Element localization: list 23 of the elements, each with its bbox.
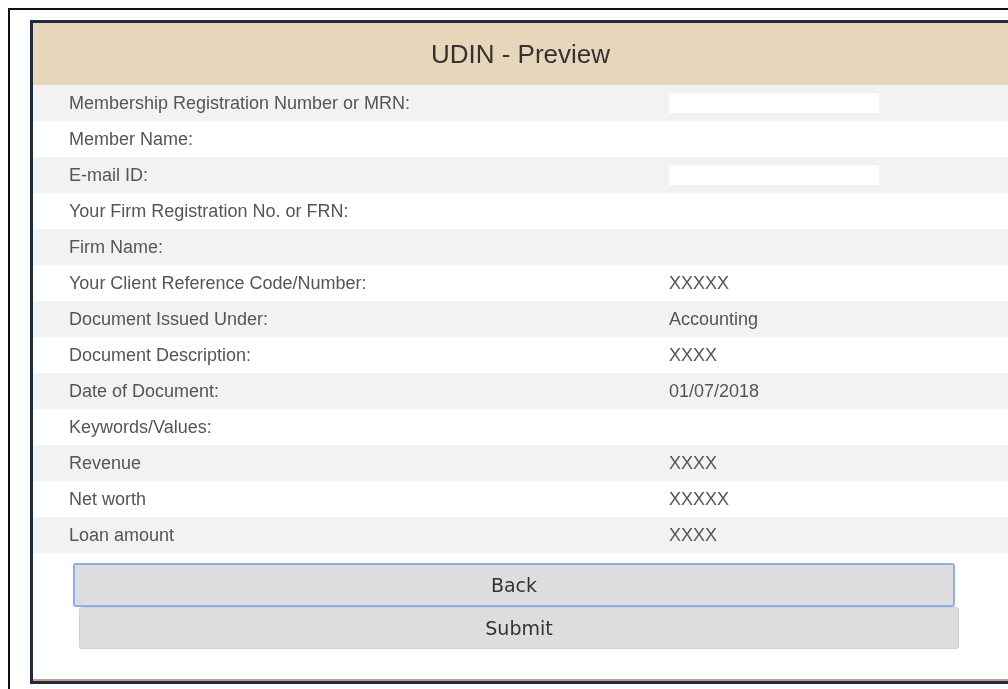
field-label: Revenue: [69, 452, 143, 474]
field-label: Date of Document:: [69, 380, 221, 402]
back-button[interactable]: Back: [73, 563, 955, 607]
field-value: XXXXX: [669, 488, 731, 510]
field-label: Membership Registration Number or MRN:: [69, 92, 412, 114]
field-value: Accounting: [669, 308, 760, 330]
submit-button[interactable]: Submit: [79, 607, 959, 649]
field-label: Document Issued Under:: [69, 308, 270, 330]
field-value: XXXX: [669, 524, 719, 546]
field-label: Loan amount: [69, 524, 176, 546]
field-label: Net worth: [69, 488, 148, 510]
field-label: Keywords/Values:: [69, 416, 213, 438]
field-value: XXXXX: [669, 272, 731, 294]
field-value: XXXX: [669, 344, 719, 366]
field-label: Your Firm Registration No. or FRN:: [69, 200, 350, 222]
field-label: E-mail ID:: [69, 164, 149, 186]
field-label: Your Client Reference Code/Number:: [69, 272, 368, 294]
field-label: Document Description:: [69, 344, 253, 366]
dialog-title: UDIN - Preview: [33, 23, 1008, 85]
field-label: Firm Name:: [69, 236, 164, 258]
field-label: Member Name:: [69, 128, 195, 150]
field-value: 01/07/2018: [669, 380, 761, 402]
field-value: XXXX: [669, 452, 719, 474]
